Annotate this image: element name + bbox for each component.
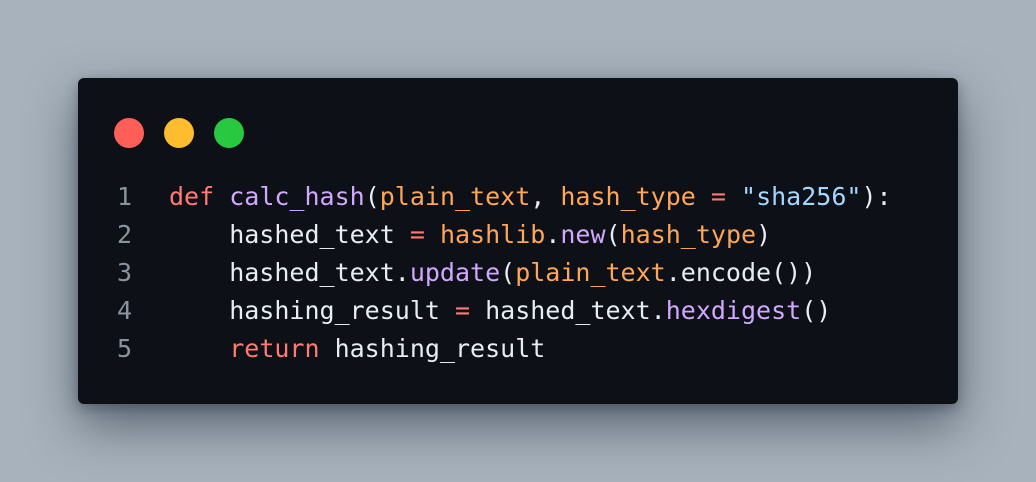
code-token-plain: ): bbox=[861, 182, 892, 211]
code-token-plain: hashed_text. bbox=[470, 296, 666, 325]
code-token-var: plain_text bbox=[515, 258, 666, 287]
code-token-plain: ( bbox=[364, 182, 380, 211]
code-token-plain: () bbox=[801, 296, 832, 325]
code-window: 1 def calc_hash(plain_text, hash_type = … bbox=[78, 78, 958, 404]
code-line: 1 def calc_hash(plain_text, hash_type = … bbox=[78, 178, 958, 216]
code-line: 2 hashed_text = hashlib.new(hash_type) bbox=[78, 216, 958, 254]
code-token-plain: ( bbox=[500, 258, 516, 287]
code-token-plain: ( bbox=[605, 220, 621, 249]
line-source: return hashing_result bbox=[132, 330, 545, 368]
code-token-plain: hashed_text bbox=[169, 220, 410, 249]
code-token-plain: .encode()) bbox=[665, 258, 817, 287]
code-token-var: hash_type bbox=[560, 182, 696, 211]
minimize-dot-icon[interactable] bbox=[164, 118, 194, 148]
code-token-fn: calc_hash bbox=[229, 182, 365, 211]
line-source: hashing_result = hashed_text.hexdigest() bbox=[132, 292, 831, 330]
code-token-plain: hashing_result bbox=[169, 296, 455, 325]
line-number: 4 bbox=[116, 296, 132, 325]
code-token-plain: , bbox=[530, 182, 561, 211]
window-controls bbox=[114, 118, 244, 148]
code-token-var: hashlib bbox=[439, 220, 546, 249]
code-token-op: = bbox=[454, 296, 471, 325]
code-token-str: "sha256" bbox=[741, 182, 862, 211]
maximize-dot-icon[interactable] bbox=[214, 118, 244, 148]
line-number: 1 bbox=[116, 182, 132, 211]
code-token-fn: update bbox=[409, 258, 501, 287]
code-line: 4 hashing_result = hashed_text.hexdigest… bbox=[78, 292, 958, 330]
code-token-fn: hexdigest bbox=[665, 296, 802, 325]
code-token-kw: def bbox=[169, 182, 215, 211]
code-token-op: = bbox=[710, 182, 726, 211]
code-line: 3 hashed_text.update(plain_text.encode()… bbox=[78, 254, 958, 292]
line-source: hashed_text.update(plain_text.encode()) bbox=[132, 254, 816, 292]
line-number: 5 bbox=[116, 334, 132, 363]
code-block: 1 def calc_hash(plain_text, hash_type = … bbox=[78, 178, 958, 368]
line-source: def calc_hash(plain_text, hash_type = "s… bbox=[132, 178, 892, 216]
code-token-var: hash_type bbox=[620, 220, 757, 249]
code-token-op: = bbox=[409, 220, 425, 249]
code-token-var: plain_text bbox=[379, 182, 531, 211]
code-token-plain: ) bbox=[756, 220, 772, 249]
close-dot-icon[interactable] bbox=[114, 118, 144, 148]
line-number: 3 bbox=[116, 258, 132, 287]
code-token-plain: hashing_result bbox=[319, 334, 546, 363]
line-source: hashed_text = hashlib.new(hash_type) bbox=[132, 216, 771, 254]
code-token-fn: new bbox=[560, 220, 606, 249]
code-token-plain: hashed_text. bbox=[169, 258, 410, 287]
code-line: 5 return hashing_result bbox=[78, 330, 958, 368]
line-number: 2 bbox=[116, 220, 132, 249]
code-token-kw: return bbox=[229, 334, 320, 363]
code-token-plain: . bbox=[545, 220, 561, 249]
